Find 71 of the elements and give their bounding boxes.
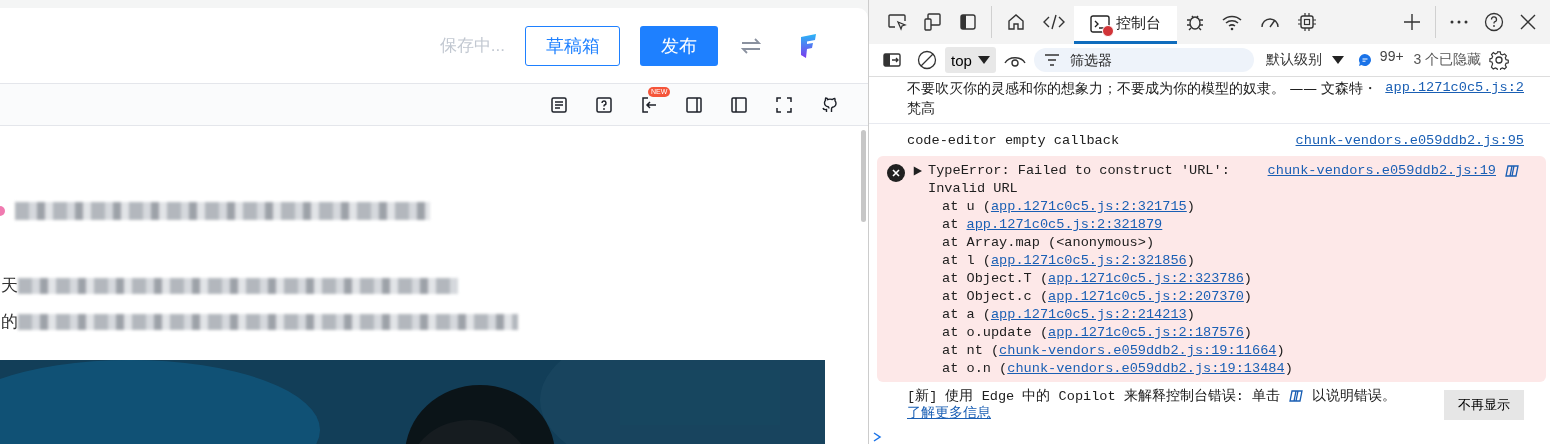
clear-icon[interactable]	[917, 50, 937, 70]
caret-icon	[977, 56, 990, 64]
stack-link[interactable]: app.1271c0c5.js:2:321856	[990, 253, 1187, 268]
stack-frame: at Object.T (app.1271c0c5.js:2:323786)	[887, 270, 1520, 288]
stack-frame: at o.update (app.1271c0c5.js:2:187576)	[887, 324, 1520, 342]
stack-frame: at o.n (chunk-vendors.e059ddb2.js:19:13484)	[887, 360, 1520, 378]
prompt-icon	[873, 432, 883, 442]
stack-link[interactable]: app.1271c0c5.js:2:207370	[1048, 289, 1244, 304]
stack-frame: at Object.c (app.1271c0c5.js:2:207370)	[887, 288, 1520, 306]
close-icon[interactable]	[1520, 14, 1536, 30]
sidebar-toggle-icon[interactable]	[883, 52, 901, 68]
stack-frame: at nt (chunk-vendors.e059ddb2.js:19:11664)	[887, 342, 1520, 360]
expand-triangle-icon[interactable]	[913, 165, 922, 177]
github-icon[interactable]	[820, 95, 838, 114]
hidden-count: 3 个已隐藏	[1413, 51, 1482, 69]
stack-frame: at a (app.1271c0c5.js:2:214213)	[887, 306, 1520, 324]
help-icon[interactable]	[1484, 12, 1504, 32]
save-status: 保存中...	[439, 35, 505, 57]
stack-frame: at l (app.1271c0c5.js:2:321856)	[887, 252, 1520, 270]
dismiss-button[interactable]: 不再显示	[1444, 390, 1524, 420]
panel-icon[interactable]	[959, 13, 977, 31]
message-icon[interactable]	[1357, 53, 1372, 67]
log-message: code-editor empty callback	[907, 133, 1120, 148]
copilot-icon[interactable]	[1504, 164, 1520, 178]
document-icon[interactable]	[550, 95, 568, 114]
stack-link[interactable]: chunk-vendors.e059ddb2.js:19:11664	[999, 343, 1277, 358]
stack-frame: at u (app.1271c0c5.js:2:321715)	[887, 198, 1520, 216]
home-icon[interactable]	[1006, 12, 1026, 32]
more-icon[interactable]	[1450, 20, 1468, 24]
caret-icon	[1331, 56, 1344, 64]
chip-icon[interactable]	[1297, 12, 1317, 32]
console-icon	[1090, 14, 1110, 33]
filter-icon	[1043, 54, 1060, 66]
swap-icon[interactable]	[740, 36, 762, 55]
log-message: 不要吹灭你的灵感和你的想象力；不要成为你的模型的奴隶。 —— 文森特・梵高	[907, 80, 1378, 116]
stack-frame: at Array.map (<anonymous>)	[887, 234, 1520, 252]
source-link[interactable]: app.1271c0c5.js:2	[1385, 79, 1524, 97]
right-panel-icon[interactable]	[685, 95, 703, 114]
message-count: 99+	[1379, 48, 1404, 64]
logo-icon[interactable]	[798, 32, 818, 59]
text-fragment: 天	[1, 276, 18, 296]
publish-button[interactable]: 发布	[640, 25, 718, 66]
filter-field[interactable]: 筛选器	[1033, 48, 1254, 72]
wifi-icon[interactable]	[1221, 13, 1243, 31]
stack-link[interactable]: app.1271c0c5.js:2:323786	[1048, 271, 1244, 286]
help-icon[interactable]	[595, 95, 613, 114]
console-tab[interactable]: 控制台	[1074, 6, 1177, 44]
code-icon[interactable]	[1042, 13, 1066, 31]
device-icon[interactable]	[923, 13, 943, 31]
drafts-button[interactable]: 草稿箱	[525, 25, 620, 66]
source-link[interactable]: chunk-vendors.e059ddb2.js:19	[1267, 162, 1496, 180]
stack-link[interactable]: app.1271c0c5.js:2:321879	[966, 217, 1163, 232]
stack-link[interactable]: app.1271c0c5.js:2:214213	[990, 307, 1187, 322]
error-icon	[887, 164, 905, 182]
context-dropdown[interactable]: top	[945, 47, 996, 73]
fullscreen-icon[interactable]	[775, 95, 793, 114]
level-dropdown[interactable]: 默认级别	[1259, 50, 1350, 70]
import-icon[interactable]	[640, 95, 658, 114]
stack-frame: at app.1271c0c5.js:2:321879	[887, 216, 1520, 234]
add-icon[interactable]	[1403, 13, 1421, 31]
inspect-icon[interactable]	[887, 13, 907, 31]
learn-more-link[interactable]: 了解更多信息	[907, 406, 991, 421]
left-panel-icon[interactable]	[730, 95, 748, 114]
stack-link[interactable]: app.1271c0c5.js:2:187576	[1048, 325, 1244, 340]
settings-icon[interactable]	[1489, 50, 1510, 70]
copilot-icon[interactable]	[1288, 389, 1305, 404]
text-fragment: 的	[1, 312, 18, 332]
stack-link[interactable]: chunk-vendors.e059ddb2.js:19:13484	[1007, 361, 1285, 376]
source-link[interactable]: chunk-vendors.e059ddb2.js:95	[1295, 132, 1524, 150]
stack-link[interactable]: app.1271c0c5.js:2:321715	[990, 199, 1187, 214]
copilot-hint-text: [新] 使用 Edge 中的 Copilot 来解释控制台错误: 单击 以说明错误。 了解更多信息	[907, 388, 1398, 422]
